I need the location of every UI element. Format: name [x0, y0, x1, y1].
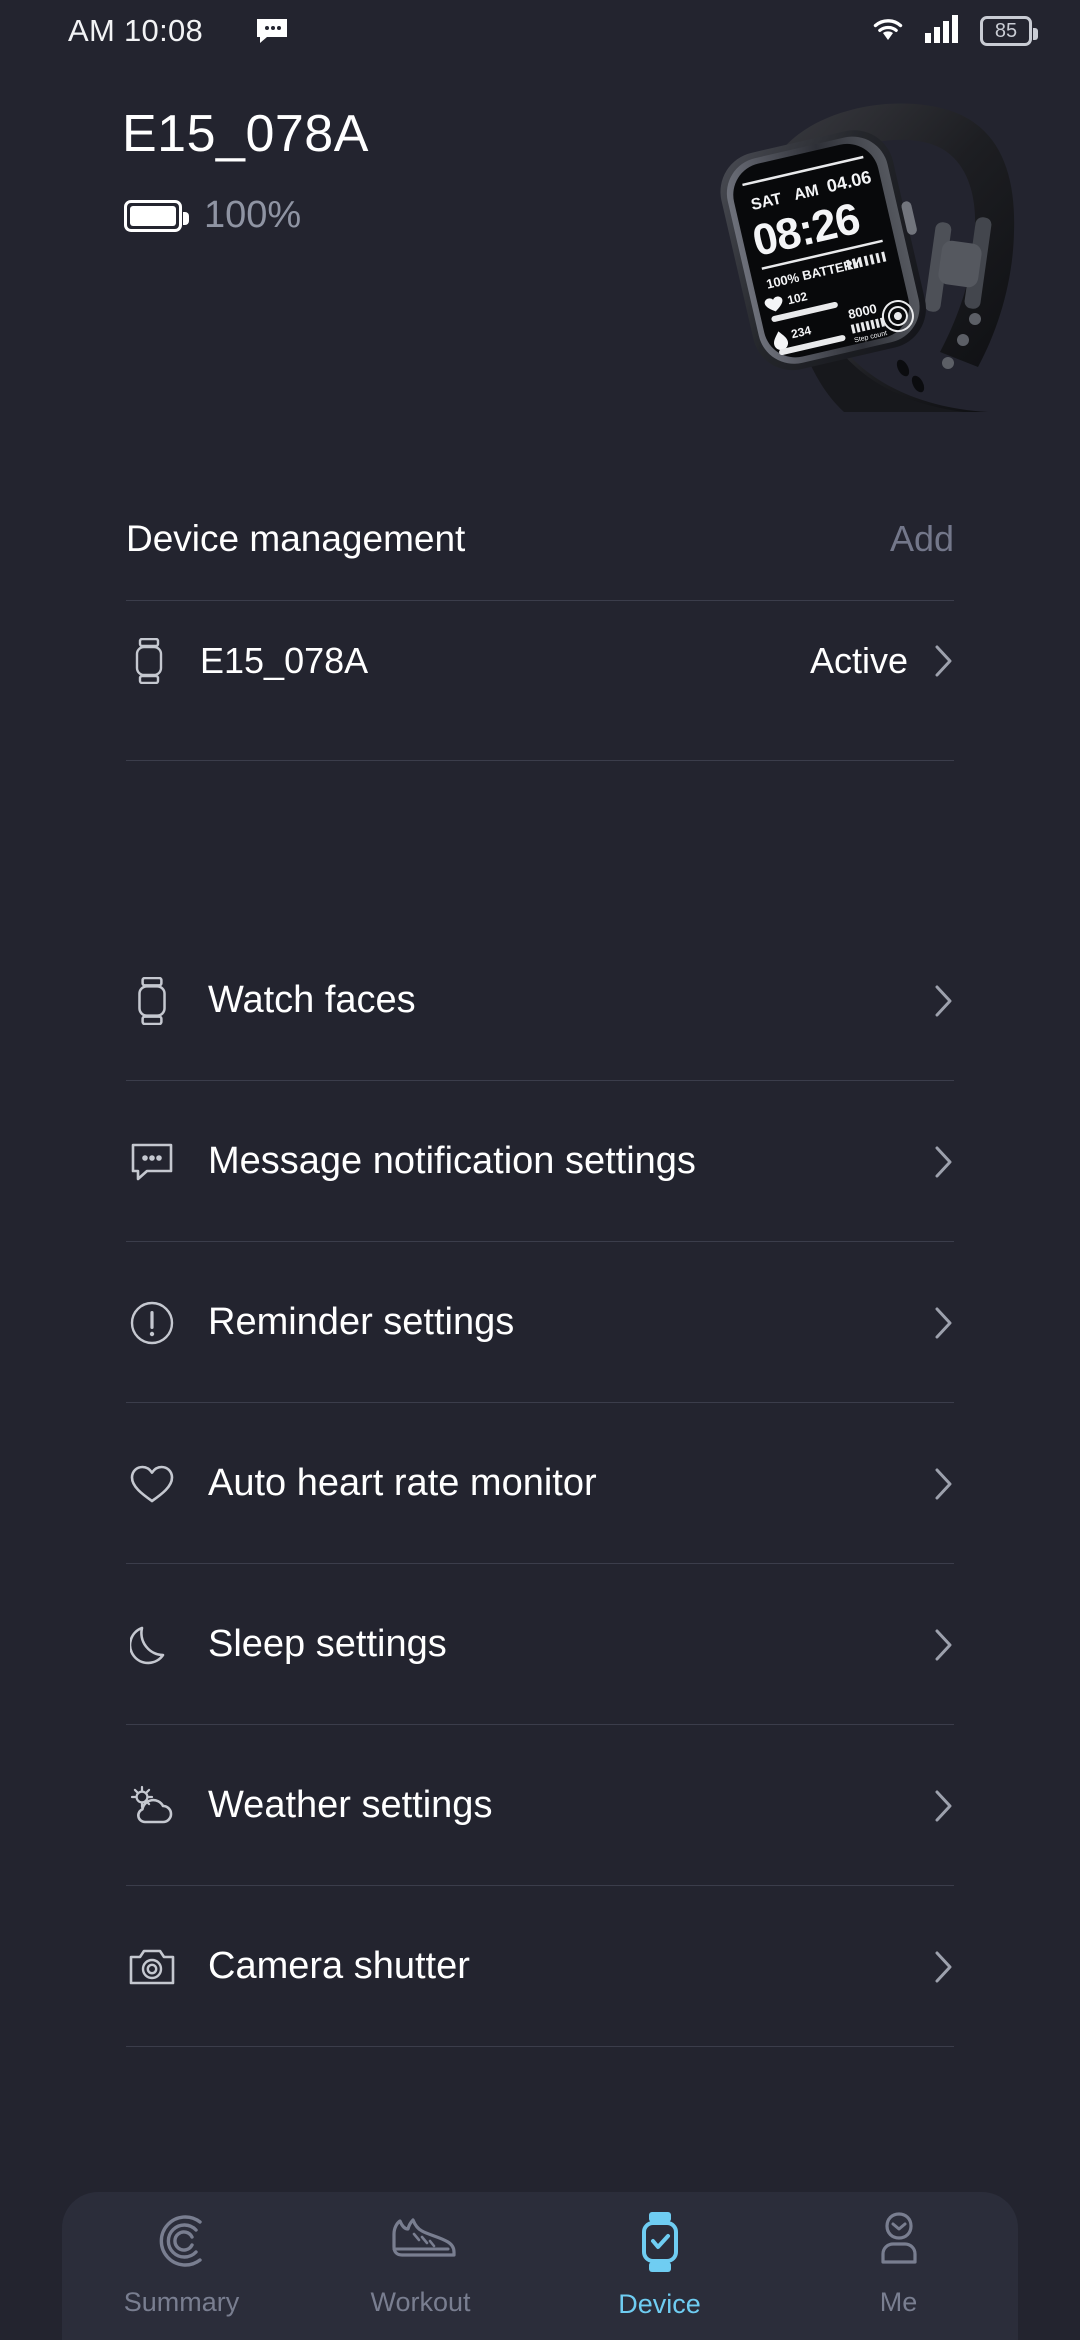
device-header: E15_078A 100% SAT AM 04.06 08:26 100% BA…: [0, 62, 1080, 452]
add-device-button[interactable]: Add: [890, 518, 954, 560]
tab-workout[interactable]: Workout: [301, 2210, 540, 2318]
menu-item-label: Auto heart rate monitor: [208, 1462, 597, 1504]
tab-label: Me: [879, 2287, 918, 2317]
chevron-right-icon: [934, 984, 954, 1018]
menu-item-label: Watch faces: [208, 979, 416, 1021]
tab-summary[interactable]: Summary: [62, 2210, 301, 2318]
chevron-right-icon: [934, 644, 954, 678]
battery-level-text: 85: [994, 20, 1018, 42]
smartwatch-product-photo: SAT AM 04.06 08:26 100% BATTERY 102 234 …: [648, 82, 1048, 412]
wifi-icon: [870, 14, 906, 49]
device-management-header: Device management Add: [0, 496, 1080, 582]
divider: [126, 2046, 954, 2047]
menu-item-label: Camera shutter: [208, 1945, 470, 1987]
menu-item-camera-shutter[interactable]: Camera shutter: [0, 1886, 1080, 2047]
chevron-right-icon: [934, 1306, 954, 1340]
moon-icon: [126, 1622, 178, 1668]
alert-circle-icon: [126, 1300, 178, 1346]
status-bar-indicators: 85: [870, 14, 1038, 49]
divider: [126, 760, 954, 761]
message-bubble-icon: [126, 1141, 178, 1183]
watch-icon: [126, 638, 172, 684]
chevron-right-icon: [934, 1467, 954, 1501]
status-bar: AM 10:08 85: [0, 0, 1080, 62]
message-icon: [255, 17, 289, 45]
page-title: E15_078A: [122, 105, 369, 163]
camera-icon: [126, 1945, 178, 1989]
tab-me[interactable]: Me: [779, 2210, 1018, 2318]
menu-item-label: Reminder settings: [208, 1301, 515, 1343]
chevron-right-icon: [934, 1628, 954, 1662]
menu-item-auto-heart-rate-monitor[interactable]: Auto heart rate monitor: [0, 1403, 1080, 1564]
tab-label: Workout: [370, 2287, 471, 2317]
weather-cloud-sun-icon: [126, 1784, 178, 1828]
status-bar-battery: 85: [980, 16, 1038, 46]
chevron-right-icon: [934, 1789, 954, 1823]
cellular-signal-icon: [924, 14, 962, 49]
section-title: Device management: [126, 518, 466, 559]
bottom-navigation: Summary Workout Device Me: [62, 2192, 1018, 2340]
device-name-label: E15_078A: [200, 640, 369, 681]
battery-full-icon: [124, 199, 189, 232]
watch-check-icon: [632, 2210, 688, 2279]
chevron-right-icon: [934, 1145, 954, 1179]
status-bar-time: AM 10:08: [68, 13, 204, 48]
watch-icon: [126, 976, 178, 1025]
person-icon: [870, 2210, 928, 2277]
tab-label: Summary: [123, 2287, 240, 2317]
menu-item-watch-faces[interactable]: Watch faces: [0, 920, 1080, 1081]
settings-menu: Watch faces Message notification setting…: [0, 920, 1080, 2047]
device-status-label: Active: [809, 640, 908, 681]
heart-icon: [126, 1462, 178, 1506]
menu-item-label: Sleep settings: [208, 1623, 447, 1665]
summary-rings-icon: [150, 2210, 214, 2277]
running-shoe-icon: [386, 2210, 456, 2277]
menu-item-reminder-settings[interactable]: Reminder settings: [0, 1242, 1080, 1403]
menu-item-message-notification-settings[interactable]: Message notification settings: [0, 1081, 1080, 1242]
chevron-right-icon: [934, 1950, 954, 1984]
device-battery-percent: 100%: [204, 194, 302, 236]
menu-item-weather-settings[interactable]: Weather settings: [0, 1725, 1080, 1886]
tab-device[interactable]: Device: [540, 2210, 779, 2320]
menu-item-label: Weather settings: [208, 1784, 493, 1826]
app-screen: AM 10:08 85 E15_078A 100% SAT AM 04.06 0…: [0, 0, 1080, 2340]
menu-item-sleep-settings[interactable]: Sleep settings: [0, 1564, 1080, 1725]
device-battery-row: 100%: [124, 194, 301, 237]
device-list-item[interactable]: E15_078A Active: [0, 600, 1080, 722]
menu-item-label: Message notification settings: [208, 1140, 696, 1182]
tab-label: Device: [618, 2289, 701, 2319]
